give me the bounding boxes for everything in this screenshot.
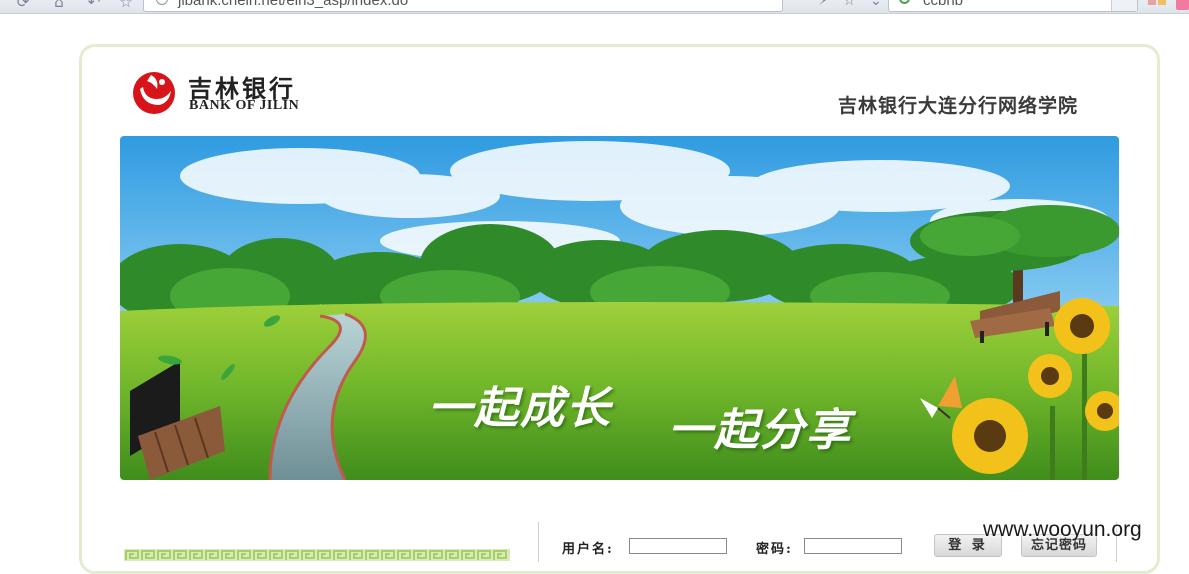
lightning-icon[interactable]: ⚡: [818, 0, 828, 9]
home-icon[interactable]: ⌂: [50, 0, 68, 11]
extension-icon[interactable]: [1148, 0, 1156, 5]
bank-logo[interactable]: 吉林银行 BANK OF JILIN: [131, 69, 331, 117]
password-input[interactable]: [804, 538, 902, 554]
site-info-icon[interactable]: [156, 0, 168, 5]
extension-icon-2[interactable]: [1158, 0, 1166, 5]
undo-icon[interactable]: ↶: [85, 0, 103, 11]
search-input[interactable]: ccbnb: [923, 0, 963, 9]
hero-banner: 一起成长 一起分享: [120, 136, 1119, 480]
username-input[interactable]: [629, 538, 727, 554]
url-text[interactable]: jibank.chein.net/eln3_asp/index.do: [178, 0, 408, 9]
banner-slogan-share-together: 一起分享: [668, 405, 852, 456]
bookmark-star-icon[interactable]: ☆: [117, 0, 135, 11]
watermark-text: www.wooyun.org: [983, 518, 1142, 541]
logo-english-name: BANK OF JILIN: [189, 98, 300, 113]
bank-logo-mark-icon: [133, 72, 175, 114]
login-divider-left: [538, 522, 539, 562]
browser-toolbar: ⟳ ⌂ ↶ ☆ jibank.chein.net/eln3_asp/index.…: [0, 0, 1189, 14]
username-label: 用户名:: [562, 542, 614, 557]
search-box[interactable]: ccbnb: [888, 0, 1138, 12]
chevron-down-icon[interactable]: ⌄: [870, 0, 882, 9]
menu-icon[interactable]: [1176, 0, 1189, 10]
banner-landscape-image: [120, 136, 1119, 480]
password-label: 密码:: [756, 542, 793, 557]
address-bar[interactable]: jibank.chein.net/eln3_asp/index.do: [143, 0, 783, 12]
search-button[interactable]: [1111, 0, 1137, 11]
favorite-star-icon[interactable]: ☆: [843, 0, 856, 9]
search-icon: [899, 0, 910, 4]
decorative-fret-border: [124, 549, 510, 561]
site-title: 吉林银行大连分行网络学院: [838, 95, 1079, 117]
refresh-icon[interactable]: ⟳: [14, 0, 32, 11]
banner-slogan-grow-together: 一起成长: [428, 383, 612, 434]
